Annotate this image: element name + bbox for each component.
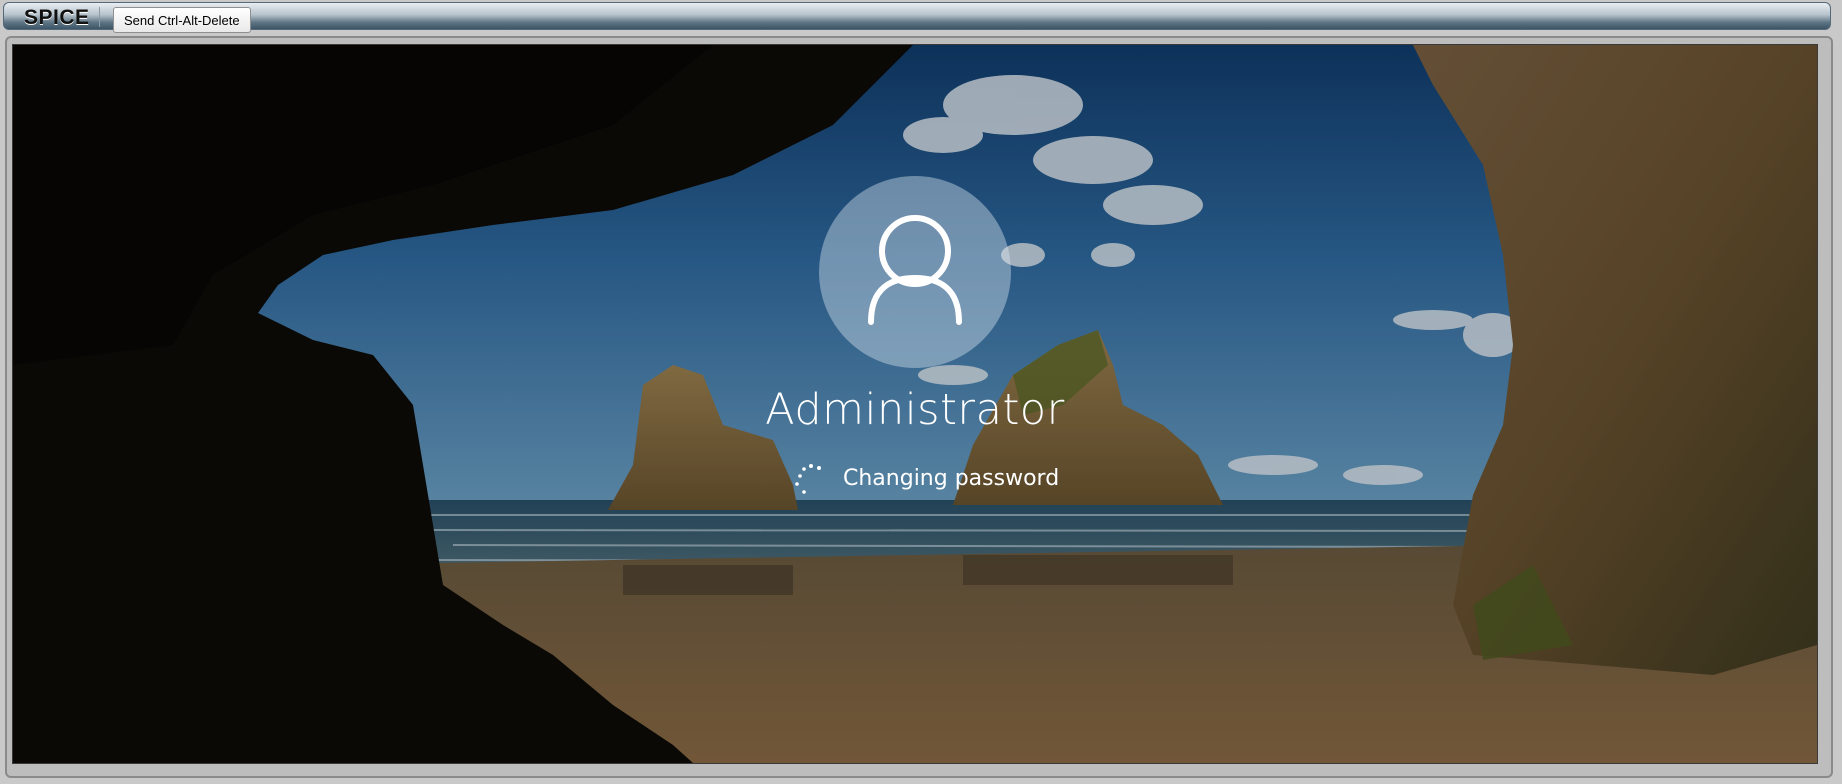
spice-toolbar: SPICE Send Ctrl-Alt-Delete [3,2,1831,33]
toolbar-divider [99,7,100,27]
spice-brand-label: SPICE [24,6,90,29]
send-ctrl-alt-delete-button[interactable]: Send Ctrl-Alt-Delete [113,7,251,33]
status-text: Changing password [843,466,1060,491]
loading-spinner-icon [795,464,821,494]
user-icon [868,215,962,325]
username-label: Administrator [765,385,1065,435]
status-row: Changing password [793,460,1059,494]
user-avatar [819,176,1011,368]
remote-display[interactable]: Administrator Changing password [12,44,1818,764]
